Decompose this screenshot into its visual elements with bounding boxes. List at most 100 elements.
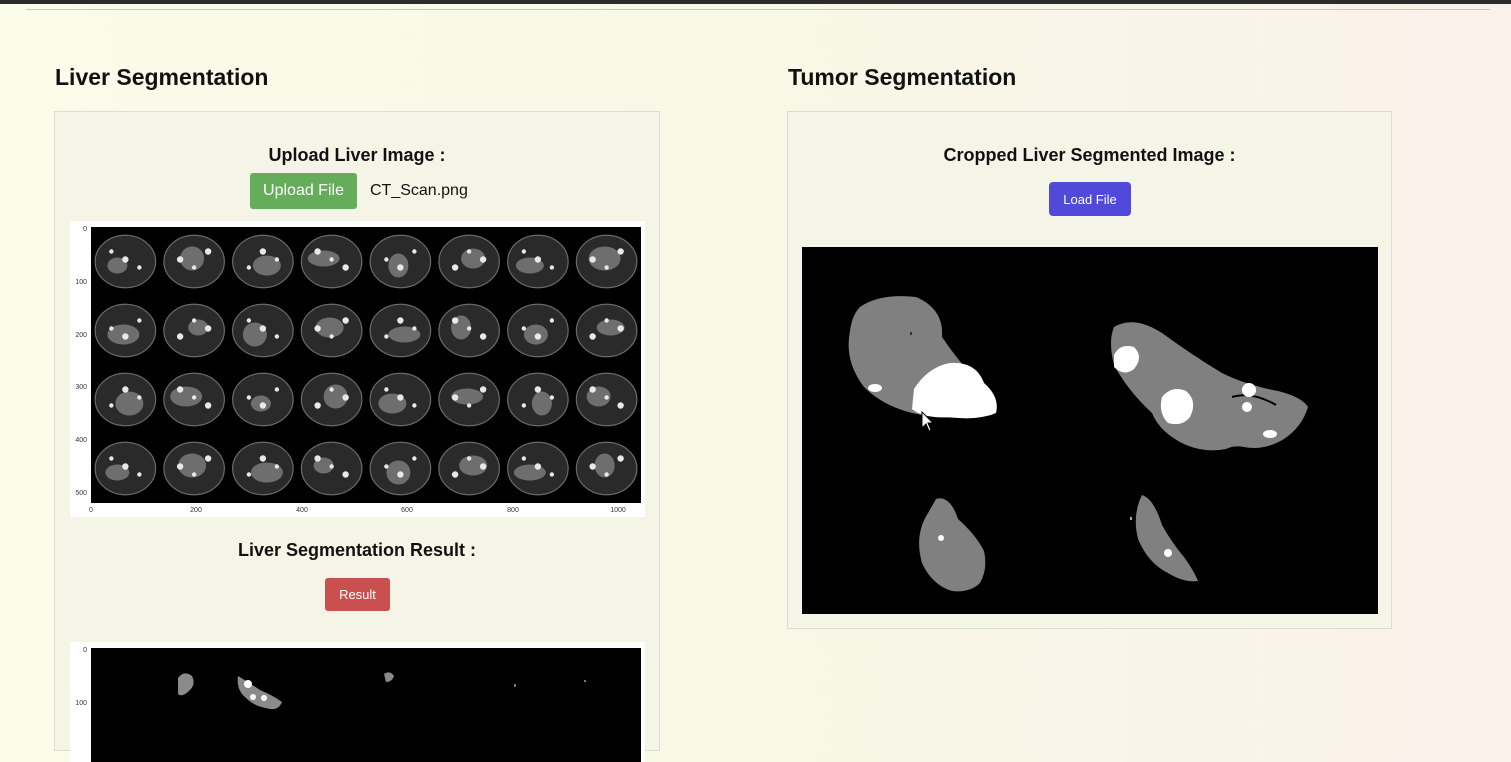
liver-section-title: Liver Segmentation bbox=[55, 64, 269, 90]
ct-x-tick: 1000 bbox=[610, 507, 626, 514]
ct-bone bbox=[466, 249, 472, 254]
ct-bone bbox=[122, 386, 129, 393]
ct-bone bbox=[521, 456, 527, 461]
ct-bone bbox=[604, 395, 609, 400]
ct-bone bbox=[274, 334, 280, 339]
ct-bone bbox=[259, 402, 267, 409]
ct-bone bbox=[204, 402, 212, 409]
ct-bone bbox=[329, 334, 334, 339]
ct-bone bbox=[617, 455, 624, 462]
ct-bone bbox=[259, 248, 267, 255]
ct-bone bbox=[246, 395, 252, 400]
ct-bone bbox=[589, 463, 596, 470]
ct-y-tick: 400 bbox=[75, 437, 87, 444]
ct-bone bbox=[384, 387, 389, 392]
ct-bone bbox=[109, 326, 114, 331]
result-heading: Liver Segmentation Result : bbox=[237, 540, 477, 560]
tumor-section-title: Tumor Segmentation bbox=[788, 64, 1017, 90]
cursor-arrow-icon bbox=[921, 411, 935, 432]
result-y-tick: 0 bbox=[83, 647, 87, 654]
ct-bone bbox=[204, 248, 212, 255]
ct-bone bbox=[109, 456, 114, 461]
result-plot: 0 100 bbox=[70, 642, 645, 762]
ct-bone bbox=[314, 248, 321, 255]
ct-organ bbox=[307, 250, 340, 267]
ct-bone bbox=[617, 402, 624, 409]
ct-bone bbox=[109, 403, 114, 408]
ct-bone bbox=[589, 386, 596, 393]
load-file-button[interactable]: Load File bbox=[1049, 182, 1131, 216]
ct-bone bbox=[549, 265, 555, 270]
tumor-mask-image bbox=[802, 247, 1378, 614]
ct-y-tick: 500 bbox=[75, 490, 87, 497]
ct-bone bbox=[314, 325, 321, 332]
ct-bone bbox=[191, 395, 197, 400]
ct-bone bbox=[397, 264, 404, 271]
ct-x-tick: 0 bbox=[89, 507, 93, 514]
ct-bone bbox=[176, 463, 184, 470]
result-button[interactable]: Result bbox=[325, 578, 390, 611]
ct-bone bbox=[397, 394, 404, 401]
ct-bone bbox=[122, 333, 129, 340]
upload-file-button[interactable]: Upload File bbox=[250, 173, 357, 209]
ct-bone bbox=[109, 249, 114, 254]
ct-bone bbox=[412, 249, 417, 254]
ct-bone bbox=[329, 387, 334, 392]
ct-bone bbox=[137, 318, 142, 323]
ct-bone bbox=[412, 456, 417, 461]
ct-bone bbox=[191, 265, 197, 270]
ct-x-tick: 200 bbox=[190, 507, 202, 514]
ct-bone bbox=[534, 256, 542, 263]
ct-bone bbox=[176, 386, 184, 393]
ct-y-tick: 100 bbox=[75, 279, 87, 286]
ct-bone bbox=[589, 333, 596, 340]
ct-bone bbox=[274, 387, 280, 392]
ct-bone bbox=[259, 325, 267, 332]
ct-bone bbox=[191, 318, 197, 323]
ct-bone bbox=[604, 472, 609, 477]
ct-bone bbox=[617, 248, 624, 255]
ct-bone bbox=[479, 386, 487, 393]
ct-bone bbox=[384, 334, 389, 339]
ct-bone bbox=[204, 325, 212, 332]
ct-bone bbox=[466, 456, 472, 461]
ct-x-tick: 400 bbox=[296, 507, 308, 514]
ct-bone bbox=[534, 333, 542, 340]
ct-bone bbox=[451, 317, 459, 324]
ct-bone bbox=[246, 318, 252, 323]
ct-organ bbox=[115, 391, 144, 416]
ct-bone bbox=[342, 317, 349, 324]
result-y-tick: 100 bbox=[75, 700, 87, 707]
ct-organ bbox=[513, 464, 546, 481]
ct-bone bbox=[521, 403, 527, 408]
ct-bone bbox=[384, 464, 389, 469]
ct-x-tick: 600 bbox=[401, 507, 413, 514]
liver-result-mask-image: 0 100 bbox=[75, 647, 641, 762]
ct-bone bbox=[274, 464, 280, 469]
ct-bone bbox=[137, 265, 142, 270]
upload-heading: Upload Liver Image : bbox=[268, 145, 446, 165]
ct-bone bbox=[191, 472, 197, 477]
ct-bone bbox=[604, 265, 609, 270]
ct-bone bbox=[342, 471, 349, 478]
ct-y-tick: 0 bbox=[83, 226, 87, 233]
ct-bone bbox=[451, 264, 459, 271]
ct-bone bbox=[342, 394, 349, 401]
ct-bone bbox=[397, 317, 404, 324]
ct-bone bbox=[176, 256, 184, 263]
ct-scan-plot: 0 100 200 300 400 500 0 200 400 600 800 … bbox=[70, 221, 645, 517]
tumor-panel: Cropped Liver Segmented Image : Load Fil… bbox=[787, 111, 1392, 629]
ct-bone bbox=[549, 395, 555, 400]
ct-bone bbox=[549, 472, 555, 477]
ct-organ bbox=[531, 391, 552, 416]
ct-bone bbox=[451, 471, 459, 478]
ct-y-tick: 300 bbox=[75, 384, 87, 391]
ct-bone bbox=[534, 386, 542, 393]
uploaded-filename: CT_Scan.png bbox=[370, 182, 468, 199]
ct-bone bbox=[412, 326, 417, 331]
cropped-heading: Cropped Liver Segmented Image : bbox=[943, 145, 1236, 165]
ct-bone bbox=[246, 265, 252, 270]
ct-bone bbox=[259, 455, 267, 462]
ct-bone bbox=[479, 333, 487, 340]
ct-bone bbox=[384, 257, 389, 262]
